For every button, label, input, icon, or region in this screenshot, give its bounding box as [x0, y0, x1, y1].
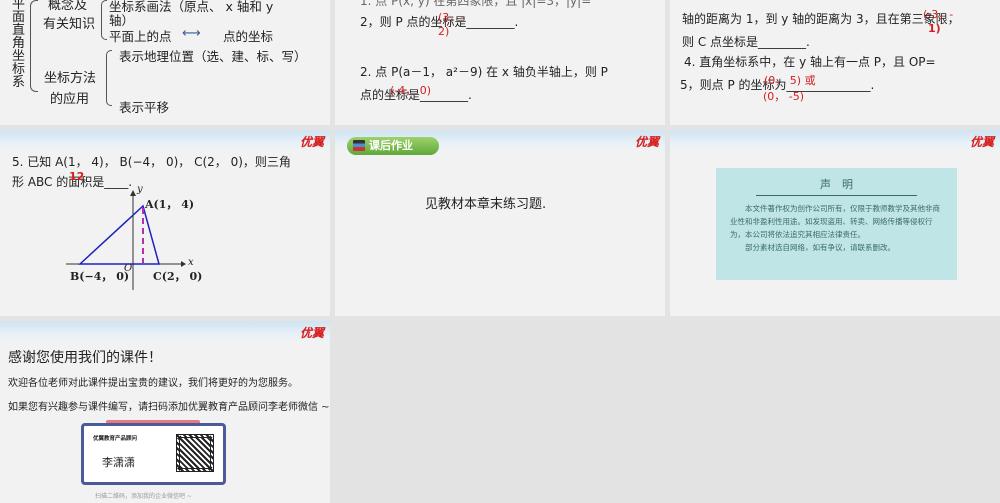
disclaimer-body: 本文件著作权为创作公司所有，仅限于教师教学及其他非商业性和非盈利性用途。如发现盗…	[730, 204, 940, 239]
disclaimer-note: 部分素材选自网络，如有争议，请联系删改。	[745, 243, 895, 252]
answer-1-cont: 2)	[438, 25, 450, 38]
slide-thumbnail-7[interactable]: 优翼 感谢您使用我们的课件！ 欢迎各位老师对此课件提出宝贵的建议，我们将更好的为…	[0, 321, 330, 503]
answer-3-cont: 1)	[928, 22, 941, 35]
disclaimer-box: 声 明 本文件著作权为创作公司所有，仅限于教师教学及其他非商业性和非盈利性用途。…	[716, 168, 957, 280]
concept-label-top: 概念及	[48, 0, 88, 13]
y-axis-arrow	[130, 190, 136, 196]
question-3-line2: 则 C 点坐标是________.	[682, 35, 810, 49]
answer-1: (3，-	[438, 11, 465, 24]
slide-thumbnail-3[interactable]: 轴的距离为 1，到 y 轴的距离为 3，且在第三象限， 则 C 点坐标是____…	[670, 0, 1000, 125]
card-label: 优翼教育产品顾问	[93, 436, 138, 442]
answer-4: (0， 5) 或	[764, 74, 816, 87]
homework-banner: 课后作业	[347, 137, 439, 155]
book-stack-icon	[353, 140, 365, 151]
x-axis-label: x	[188, 257, 194, 268]
slide-thumbnail-2[interactable]: 1. 点 P(x, y) 在第四象限，且 |x|=3，|y|= 2，则 P 点的…	[335, 0, 665, 125]
card-name: 李潇潇	[102, 456, 135, 469]
brace	[101, 0, 107, 40]
thanks-line-2: 如果您有兴趣参与课件编写，请扫码添加优翼教育产品顾问李老师微信 ~	[8, 402, 330, 413]
triangle-diagram	[66, 190, 186, 290]
method-label: 坐标方法	[44, 71, 97, 86]
point-a-label: A(1， 4)	[145, 198, 195, 211]
slide-header	[0, 321, 330, 343]
double-arrow-icon: ⟷	[182, 26, 201, 41]
application-location: 表示地理位置（选、建、标、写）	[119, 49, 307, 64]
question-2-line1: 2. 点 P(a－1， a²－9) 在 x 轴负半轴上，则 P	[360, 65, 608, 79]
x-axis-arrow	[181, 261, 186, 267]
answer-2: (-4， 0)	[390, 84, 432, 97]
brand-logo: 优翼	[634, 135, 659, 149]
item-coordinate-drawing: 坐标系画法（原点、 x 轴和 y 轴）	[109, 0, 274, 28]
concept-label: 有关知识	[43, 17, 96, 32]
slide-thumbnail-4[interactable]: 优翼 5. 已知 A(1， 4)， B(−4， 0)， C(2， 0)，则三角 …	[0, 130, 330, 316]
item-plane-point: 平面上的点	[109, 29, 172, 44]
root-label: 平面直角坐标系	[12, 0, 26, 90]
answer-3: (-3，-	[923, 8, 954, 21]
qr-caption: 扫描二维码，添加我的企业微信吧 ~	[95, 493, 192, 500]
banner-label: 课后作业	[369, 139, 413, 152]
y-axis-label: y	[137, 184, 143, 195]
thanks-line-1: 欢迎各位老师对此课件提出宝贵的建议，我们将更好的为您服务。	[8, 378, 298, 389]
question-4-line1: 4. 直角坐标系中，在 y 轴上有一点 P，且 OP=	[684, 55, 936, 69]
point-c-label: C(2， 0)	[153, 270, 203, 283]
item-point-coordinate: 点的坐标	[223, 29, 274, 44]
brand-logo: 优翼	[969, 135, 994, 149]
method-label-2: 的应用	[50, 92, 90, 107]
homework-text: 见教材本章末练习题.	[425, 197, 547, 212]
slide-thumbnail-6[interactable]: 优翼 声 明 本文件著作权为创作公司所有，仅限于教师教学及其他非商业性和非盈利性…	[670, 130, 1000, 316]
application-translation: 表示平移	[119, 100, 170, 115]
brace	[30, 0, 38, 92]
triangle-abc	[78, 204, 160, 265]
brace	[106, 50, 112, 106]
origin-label: O	[124, 263, 133, 274]
qr-code-icon	[176, 434, 214, 472]
slide-thumbnail-1[interactable]: 平面直角坐标系 概念及 有关知识 坐标系画法（原点、 x 轴和 y 轴） 平面上…	[0, 0, 330, 125]
brand-logo: 优翼	[299, 326, 324, 340]
thanks-title: 感谢您使用我们的课件！	[8, 350, 162, 366]
contact-card: 优翼教育产品顾问 李潇潇	[81, 423, 226, 485]
question-1-top: 1. 点 P(x, y) 在第四象限，且 |x|=3，|y|=	[360, 0, 592, 8]
disclaimer-title: 声 明	[756, 176, 917, 196]
answer-4-cont: (0， -5)	[763, 90, 805, 103]
slide-header	[670, 130, 1000, 152]
question-3-line1: 轴的距离为 1，到 y 轴的距离为 3，且在第三象限，	[682, 12, 960, 26]
point-b-label: B(−4， 0)	[70, 270, 130, 283]
slide-thumbnail-5[interactable]: 优翼 课后作业 见教材本章末练习题.	[335, 130, 665, 316]
